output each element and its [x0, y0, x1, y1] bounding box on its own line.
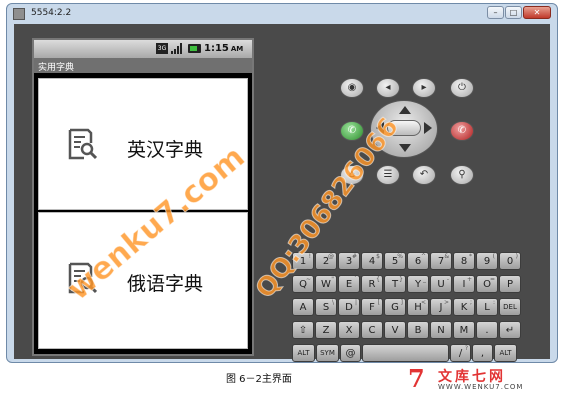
end-call-icon[interactable]: ✆	[450, 121, 474, 141]
window-titlebar[interactable]: 5554:2.2 – □ ✕	[7, 4, 557, 24]
key[interactable]: K;	[453, 298, 475, 316]
battery-icon	[188, 44, 201, 53]
phone-screen: 3G 1:15 AM 实用字典 英汉字典 俄语字典	[32, 38, 254, 356]
key[interactable]: S \	[315, 298, 337, 316]
window-title: 5554:2.2	[31, 8, 72, 18]
dictionary-search-icon	[68, 262, 97, 294]
menu-icon[interactable]: ☰	[376, 165, 400, 185]
key[interactable]: M	[453, 321, 475, 339]
dpad-center-button[interactable]	[387, 120, 421, 136]
dpad-right-icon[interactable]	[424, 122, 432, 134]
key[interactable]: E `	[338, 275, 360, 293]
key[interactable]: 7 &	[430, 252, 452, 270]
key[interactable]: @	[340, 344, 361, 362]
status-time: 1:15 AM	[204, 43, 244, 54]
emulator-window: 5554:2.2 – □ ✕ 3G 1:15 AM 实用字典 英汉字典 俄语字典…	[6, 3, 558, 363]
close-button[interactable]: ✕	[523, 6, 551, 19]
logo-url: WWW.WENKU7.COM	[438, 383, 524, 391]
power-icon[interactable]: ⏻	[450, 78, 474, 98]
home-icon[interactable]: ⌂	[340, 165, 364, 185]
status-bar: 3G 1:15 AM	[34, 40, 252, 58]
volume-up-icon[interactable]: ▸	[412, 78, 436, 98]
back-icon[interactable]: ↶	[412, 165, 436, 185]
key[interactable]: 4 $	[361, 252, 383, 270]
key[interactable]: R{	[361, 275, 383, 293]
key[interactable]: 9(	[476, 252, 498, 270]
tile-label: 俄语字典	[127, 273, 204, 295]
key[interactable]: ↵	[499, 321, 521, 339]
key[interactable]: J >	[430, 298, 452, 316]
dpad-up-icon[interactable]	[399, 106, 411, 114]
key[interactable]: ⇧	[292, 321, 314, 339]
key[interactable]: T}	[384, 275, 406, 293]
russian-dictionary-button[interactable]: 俄语字典	[38, 212, 248, 349]
key[interactable]: H <	[407, 298, 429, 316]
key[interactable]: C	[361, 321, 383, 339]
camera-icon[interactable]: ◉	[340, 78, 364, 98]
window-controls: – □ ✕	[486, 6, 551, 19]
key[interactable]: B	[407, 321, 429, 339]
signal-icon	[171, 43, 184, 54]
key[interactable]: Q ~	[292, 275, 314, 293]
key[interactable]: 3 #	[338, 252, 360, 270]
key[interactable]: X	[338, 321, 360, 339]
dictionary-search-icon	[68, 128, 97, 160]
key[interactable]: F[	[361, 298, 383, 316]
key[interactable]: ALT	[292, 344, 315, 362]
key[interactable]: .	[476, 321, 498, 339]
key[interactable]: DEL	[499, 298, 521, 316]
key[interactable]: Z	[315, 321, 337, 339]
maximize-button[interactable]: □	[505, 6, 522, 19]
space-key[interactable]	[362, 344, 449, 362]
key[interactable]: V	[384, 321, 406, 339]
key[interactable]: P	[499, 275, 521, 293]
key[interactable]: ,	[472, 344, 493, 362]
emulator-body: 3G 1:15 AM 实用字典 英汉字典 俄语字典 ◉ ◂ ▸ ⏻ ✆ ✆ ⌂ …	[14, 24, 550, 362]
app-icon	[13, 8, 25, 20]
figure-caption: 图 6－2主界面	[226, 374, 292, 385]
key[interactable]: 5%	[384, 252, 406, 270]
key[interactable]: G]	[384, 298, 406, 316]
key[interactable]: 1!	[292, 252, 314, 270]
key[interactable]: 2 @	[315, 252, 337, 270]
key[interactable]: /?	[450, 344, 471, 362]
key[interactable]: L:	[476, 298, 498, 316]
site-logo: 7 文库七网 WWW.WENKU7.COM	[408, 364, 558, 393]
key[interactable]: W "	[315, 275, 337, 293]
call-icon[interactable]: ✆	[340, 121, 364, 141]
key[interactable]: U-	[430, 275, 452, 293]
english-chinese-dictionary-button[interactable]: 英汉字典	[38, 78, 248, 210]
tile-label: 英汉字典	[127, 139, 204, 161]
key[interactable]: I +	[453, 275, 475, 293]
app-title: 实用字典	[38, 63, 75, 73]
key[interactable]: 0)	[499, 252, 521, 270]
dpad-left-icon[interactable]	[376, 122, 384, 134]
search-icon[interactable]: ⚲	[450, 165, 474, 185]
key[interactable]: ALT	[494, 344, 517, 362]
key[interactable]: O =	[476, 275, 498, 293]
key[interactable]: Y _	[407, 275, 429, 293]
key[interactable]: 8 *	[453, 252, 475, 270]
dpad-down-icon[interactable]	[399, 144, 411, 152]
volume-down-icon[interactable]: ◂	[376, 78, 400, 98]
key[interactable]: N	[430, 321, 452, 339]
network-3g-icon: 3G	[156, 43, 168, 54]
key[interactable]: 6 ^	[407, 252, 429, 270]
app-title-bar: 实用字典	[34, 58, 252, 73]
minimize-button[interactable]: –	[487, 6, 504, 19]
key[interactable]: D |	[338, 298, 360, 316]
key[interactable]: A	[292, 298, 314, 316]
logo-mark: 7	[408, 364, 425, 393]
key[interactable]: SYM	[316, 344, 339, 362]
